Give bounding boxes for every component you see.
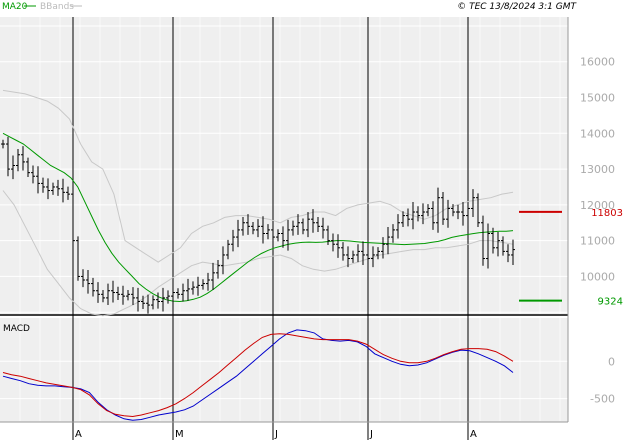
price-y-tick-label: 13000 (580, 163, 615, 176)
stock-chart: AMJJA 11803 9324 10000 11000 12000 13000 1400… (0, 0, 627, 440)
price-y-tick-label: 11000 (580, 235, 615, 248)
ma20-legend: MA20 (2, 2, 28, 12)
bbands-legend: BBands (40, 2, 74, 12)
macd-y-tick-label: -500 (590, 393, 615, 406)
price-y-tick-label: 15000 (580, 92, 615, 105)
price-y-tick-label: 14000 (580, 127, 615, 140)
x-tick-label: J (369, 429, 373, 440)
macd-y-tick-label: 0 (608, 355, 615, 368)
copyright-text: © TEC 13/8/2024 3:1 GMT (457, 2, 577, 12)
macd-panel-title: MACD (3, 324, 30, 334)
price-y-axis-labels: 10000 11000 12000 13000 14000 15000 16000 (580, 56, 615, 284)
x-tick-label: M (175, 429, 184, 440)
support-level-label: 9324 (598, 297, 623, 308)
price-y-tick-label: 12000 (580, 199, 615, 212)
price-y-tick-label: 10000 (580, 270, 615, 283)
macd-y-axis-labels: 0 -500 (590, 355, 615, 405)
chart-svg: AMJJA 118039324 100001100012000130001400… (0, 2, 623, 440)
x-tick-label: A (75, 429, 82, 440)
x-tick-label: J (274, 429, 278, 440)
x-tick-label: A (470, 429, 477, 440)
price-y-tick-label: 16000 (580, 56, 615, 69)
